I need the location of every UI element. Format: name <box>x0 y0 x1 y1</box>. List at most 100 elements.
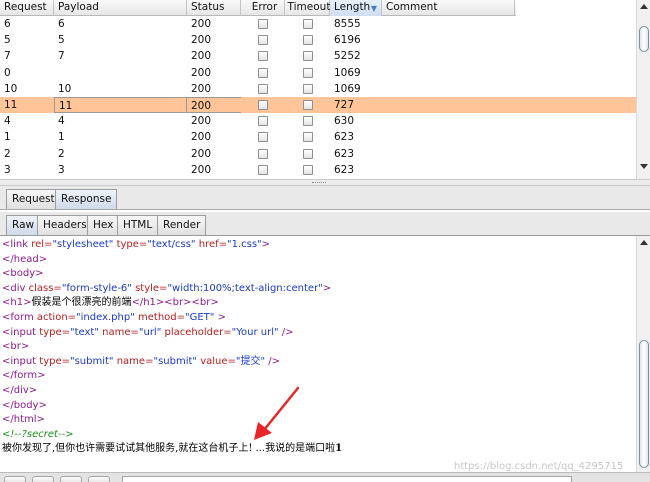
column-header-status[interactable]: Status <box>187 0 241 16</box>
error-checkbox[interactable] <box>258 148 268 159</box>
cell-timeout <box>285 146 330 162</box>
timeout-checkbox[interactable] <box>302 164 313 175</box>
cell-length: 1069 <box>334 82 361 95</box>
timeout-checkbox[interactable] <box>302 132 313 143</box>
timeout-checkbox[interactable] <box>302 67 313 78</box>
cell-request: 11 <box>4 98 18 111</box>
timeout-checkbox[interactable] <box>302 19 313 29</box>
cell-timeout <box>285 162 330 178</box>
cell-request: 10 <box>4 82 18 95</box>
cell-request: 7 <box>4 50 11 63</box>
error-checkbox[interactable] <box>258 67 268 78</box>
results-scrollbar[interactable] <box>636 0 650 179</box>
cell-payload: 7 <box>58 50 65 63</box>
table-header: Request Payload Status Error Timeout Len… <box>0 0 516 16</box>
cell-status: 200 <box>187 96 241 114</box>
code-line: <br> <box>2 341 30 353</box>
cell-error <box>241 146 285 162</box>
table-row[interactable]: 10 10 200 1069 <box>0 81 636 97</box>
cell-request: 2 <box>4 147 11 160</box>
table-body: 6 6 200 8555 5 5 200 6196 7 7 200 5252 0… <box>0 16 636 178</box>
error-checkbox[interactable] <box>258 83 268 94</box>
cell-payload: 10 <box>58 82 72 95</box>
column-header-payload[interactable]: Payload <box>54 0 187 16</box>
tab-hex[interactable]: Hex <box>87 215 120 235</box>
splitter-grip-icon <box>312 182 326 184</box>
table-row[interactable]: 6 6 200 8555 <box>0 16 636 32</box>
cell-error <box>241 16 285 32</box>
error-checkbox[interactable] <box>258 132 268 143</box>
error-checkbox[interactable] <box>258 35 268 46</box>
help-button[interactable] <box>4 476 26 482</box>
timeout-checkbox[interactable] <box>302 148 313 159</box>
cell-length: 623 <box>334 131 355 144</box>
table-row[interactable]: 7 7 200 5252 <box>0 48 636 64</box>
error-checkbox[interactable] <box>258 116 268 127</box>
pane-splitter[interactable] <box>0 179 650 186</box>
cell-error <box>241 32 285 48</box>
table-row[interactable]: 5 5 200 6196 <box>0 32 636 48</box>
code-line: </head> <box>2 253 48 265</box>
cell-length: 623 <box>334 163 355 176</box>
scroll-down-icon[interactable] <box>640 164 648 169</box>
code-line: <input type="submit" name="submit" value… <box>2 355 281 367</box>
code-line: <body> <box>2 268 44 280</box>
cell-payload <box>54 65 187 81</box>
error-checkbox[interactable] <box>258 164 268 175</box>
watermark: https://blog.csdn.net/qq_4295715 <box>454 461 624 472</box>
code-line: </body> <box>2 399 47 411</box>
search-input[interactable] <box>122 476 572 482</box>
hint-text: 被你发现了,但你也许需要试试其他服务,就在这台机子上! ...我说的是端口啦1 <box>2 443 343 455</box>
cell-error <box>241 97 285 113</box>
cell-request: 6 <box>4 18 11 30</box>
cell-request: 5 <box>4 34 11 47</box>
table-row[interactable]: 2 2 200 623 <box>0 146 636 162</box>
cell-timeout <box>285 81 330 97</box>
table-row[interactable]: 3 3 200 623 <box>0 162 636 178</box>
cell-status: 200 <box>191 82 212 95</box>
cell-error <box>241 162 285 178</box>
table-row[interactable]: 1 1 200 623 <box>0 129 636 145</box>
timeout-checkbox[interactable] <box>302 83 313 94</box>
cell-payload: 11 <box>54 96 187 114</box>
cell-payload: 3 <box>58 163 65 176</box>
table-row[interactable]: 0 200 1069 <box>0 65 636 81</box>
error-checkbox[interactable] <box>258 99 268 110</box>
response-body[interactable]: <link rel="stylesheet" type="text/css" h… <box>0 236 650 472</box>
add-button[interactable] <box>60 476 82 482</box>
scroll-up-icon[interactable] <box>640 4 648 9</box>
column-header-comment[interactable]: Comment <box>382 0 515 16</box>
tab-raw[interactable]: Raw <box>6 215 41 235</box>
scroll-up-icon[interactable] <box>640 240 648 245</box>
tab-response[interactable]: Response <box>55 189 118 209</box>
tab-headers[interactable]: Headers <box>37 215 93 235</box>
column-header-timeout[interactable]: Timeout <box>285 0 330 16</box>
tab-html[interactable]: HTML <box>117 215 159 235</box>
table-row[interactable]: 4 4 200 630 <box>0 113 636 129</box>
tab-render[interactable]: Render <box>157 215 207 235</box>
cell-length: 8555 <box>334 18 361 30</box>
cell-length: 630 <box>334 115 355 128</box>
annotation-arrow-icon <box>254 386 300 440</box>
tab-request[interactable]: Request <box>6 189 61 209</box>
cell-request: 1 <box>4 131 11 144</box>
error-checkbox[interactable] <box>258 51 268 62</box>
column-header-length[interactable]: Length ▼ <box>330 0 382 16</box>
scroll-thumb[interactable] <box>639 26 649 52</box>
timeout-checkbox[interactable] <box>302 116 313 127</box>
column-header-error[interactable]: Error <box>241 0 285 16</box>
table-row-selected[interactable]: 11 11 200 727 <box>0 96 636 114</box>
next-button[interactable] <box>88 476 110 482</box>
previous-button[interactable] <box>32 476 54 482</box>
timeout-checkbox[interactable] <box>302 51 313 62</box>
timeout-checkbox[interactable] <box>302 99 313 110</box>
scroll-thumb[interactable] <box>639 340 649 468</box>
column-header-request[interactable]: Request <box>0 0 54 16</box>
error-checkbox[interactable] <box>258 19 268 29</box>
cell-payload: 2 <box>58 147 65 160</box>
timeout-checkbox[interactable] <box>302 35 313 46</box>
cell-error <box>241 48 285 64</box>
cell-timeout <box>285 65 330 81</box>
cell-status: 200 <box>191 131 212 144</box>
response-scrollbar[interactable] <box>636 236 650 472</box>
